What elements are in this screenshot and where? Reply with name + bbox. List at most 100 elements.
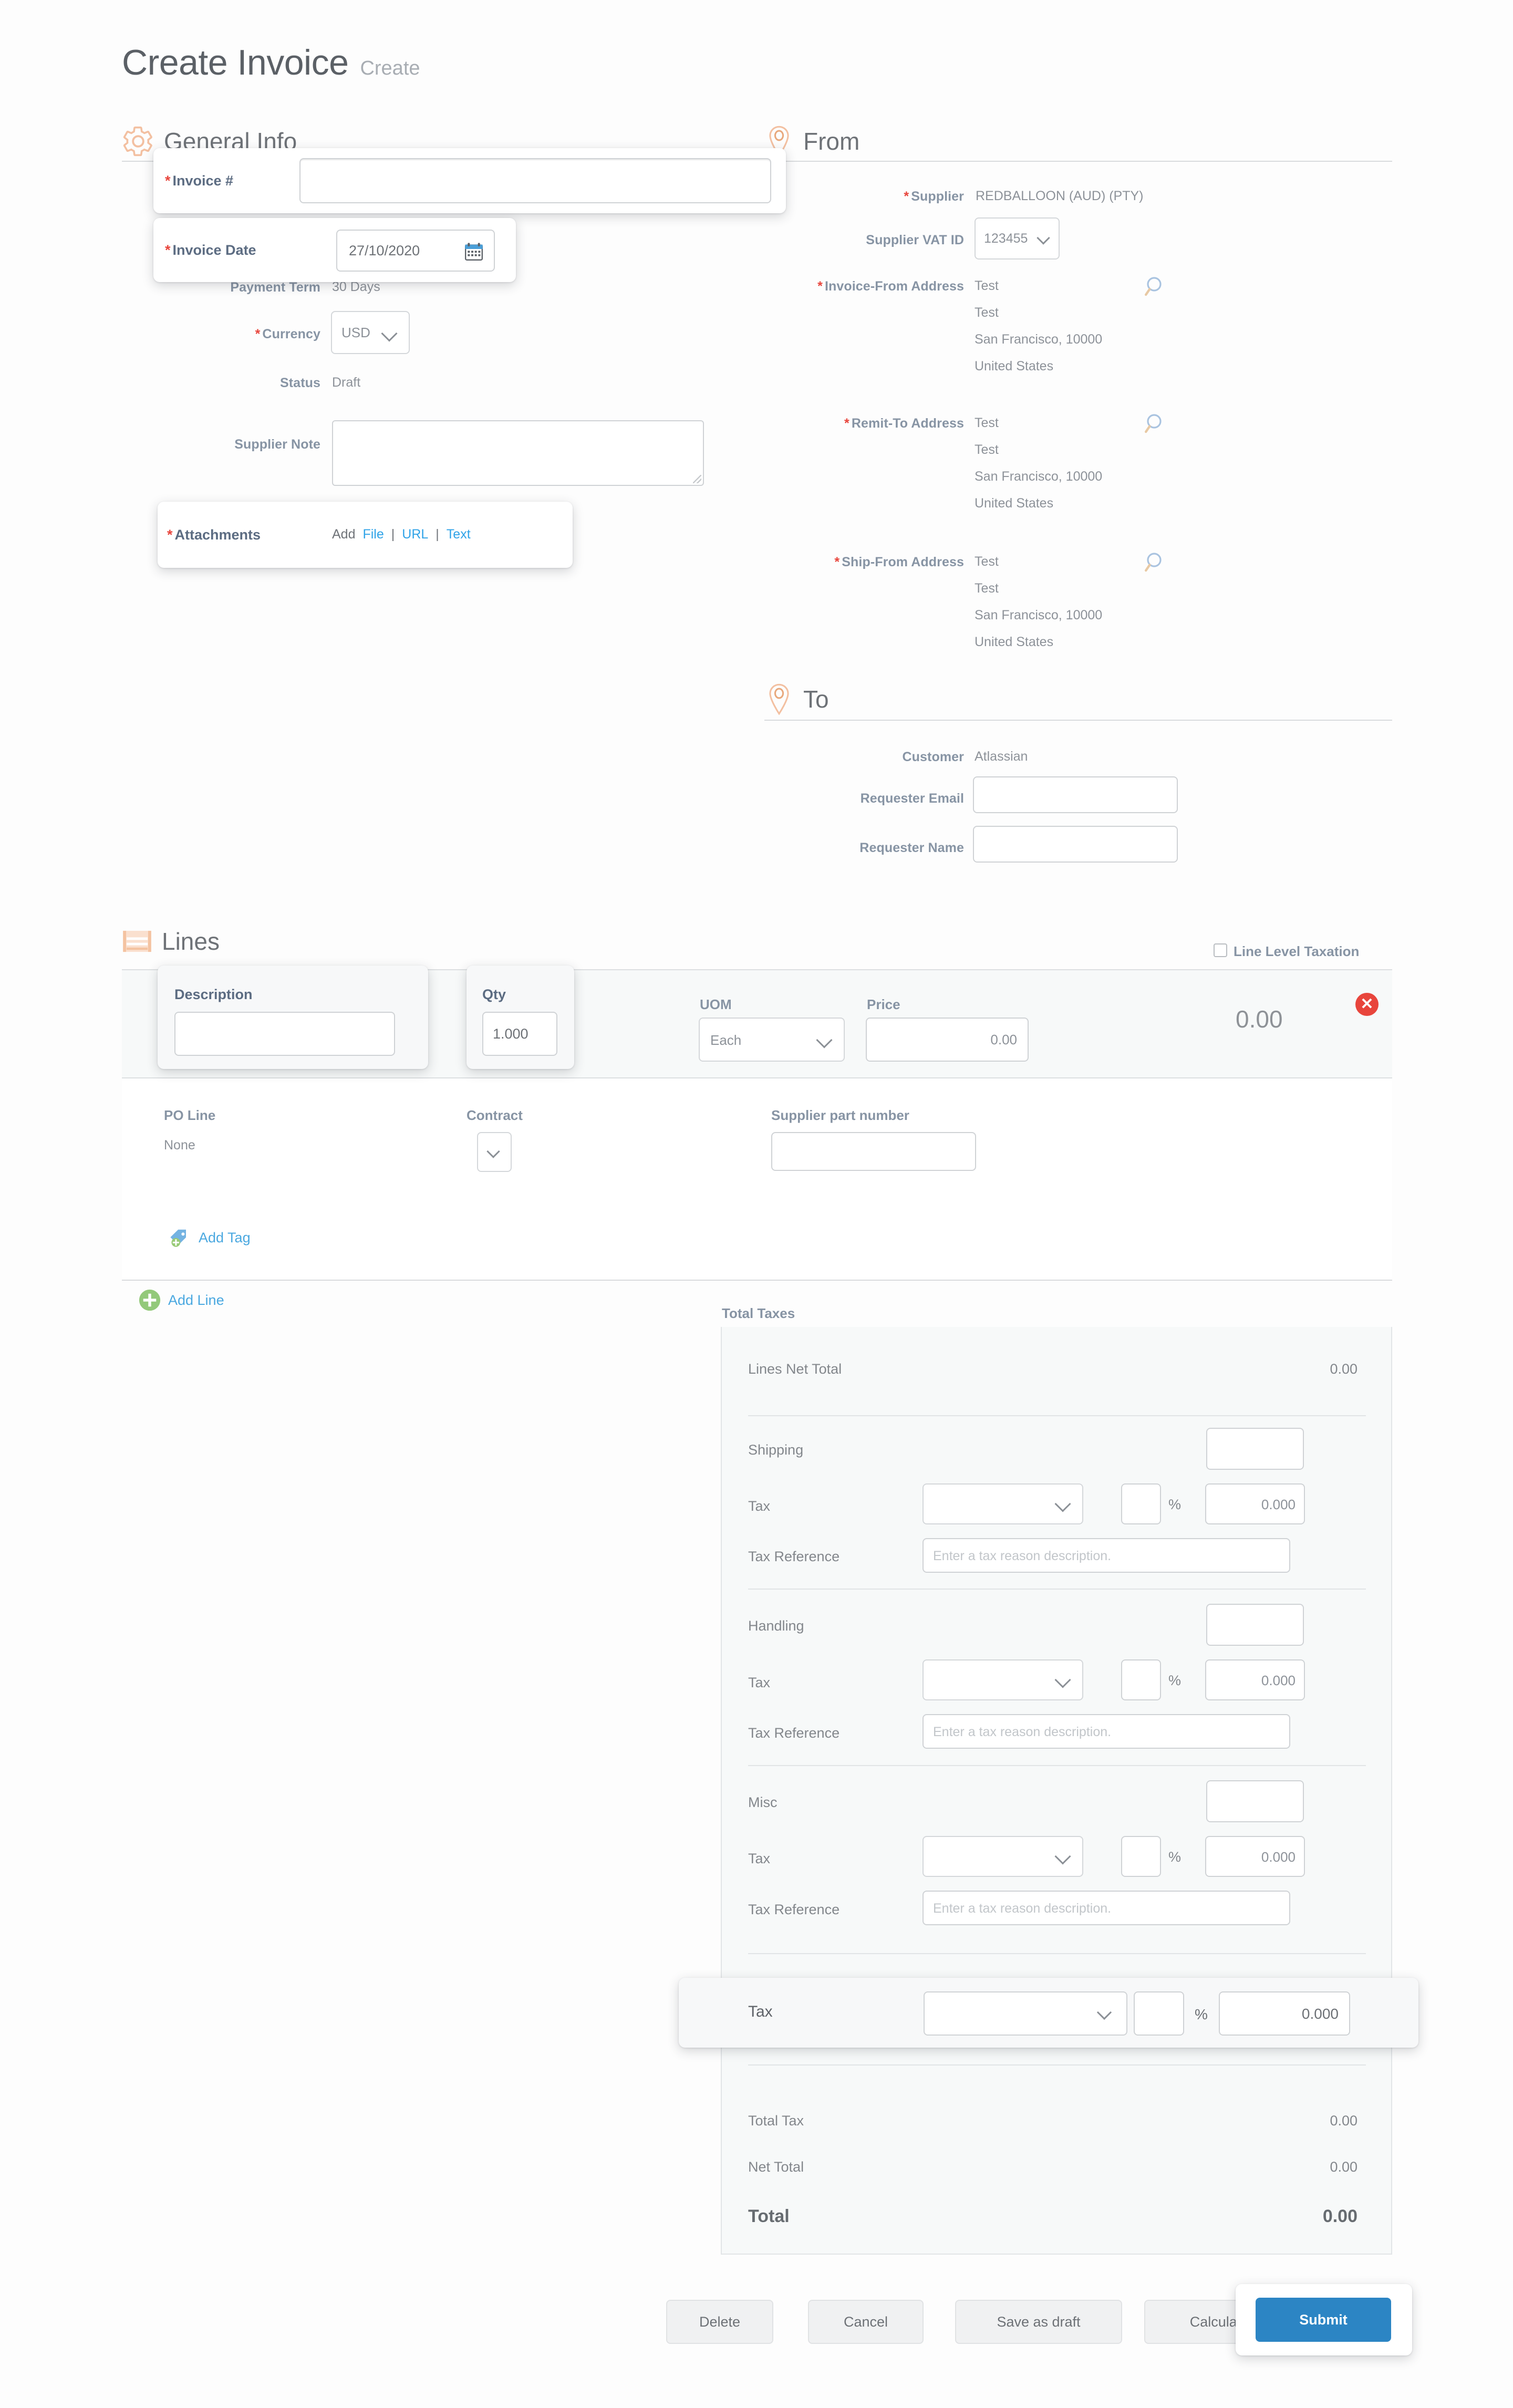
tax-reference-placeholder: Enter a tax reason description. [933,1725,1111,1740]
shipping-amount-input[interactable] [1206,1428,1304,1470]
grand-total-value: 0.00 [1103,2206,1357,2227]
shipping-tax-code-select[interactable] [923,1483,1083,1524]
requester-name-input[interactable] [973,826,1178,863]
lines-icon [122,929,152,953]
handling-tax-reference-input[interactable]: Enter a tax reason description. [923,1714,1290,1749]
total-tax-amount-input[interactable]: 0.000 [1219,1991,1350,2036]
add-tag-label: Add Tag [199,1230,251,1246]
calendar-icon[interactable] [463,241,484,262]
shipping-label: Shipping [748,1442,803,1458]
shipping-tax-rate-input[interactable] [1121,1483,1161,1524]
handling-amount-input[interactable] [1206,1604,1304,1646]
chevron-down-icon [816,1032,832,1048]
misc-label: Misc [748,1794,778,1811]
payment-term-label: Payment Term [126,280,320,295]
percent-symbol: % [1195,2006,1208,2023]
required-marker: * [167,527,173,543]
chevron-down-icon [1054,1848,1071,1864]
total-tax-row-label: Tax [748,2003,773,2021]
handling-label: Handling [748,1618,804,1634]
handling-tax-code-select[interactable] [923,1659,1083,1700]
attachment-add-url-link[interactable]: URL [402,527,428,542]
percent-symbol: % [1168,1673,1181,1689]
attachment-add-file-link[interactable]: File [362,527,384,542]
required-marker: * [165,242,171,258]
total-tax-rate-input[interactable] [1134,1991,1184,2036]
supplier-value: REDBALLOON (AUD) (PTY) [976,189,1143,204]
section-divider-to [764,720,1392,721]
supplier-part-number-label: Supplier part number [771,1107,909,1124]
invoice-create-page: Create Invoice Create General Info *Invo… [0,0,1513,2408]
supplier-part-number-input[interactable] [771,1132,976,1171]
shipping-tax-reference-input[interactable]: Enter a tax reason description. [923,1538,1290,1573]
misc-tax-label: Tax [748,1851,770,1867]
page-header: Create Invoice Create [122,42,420,83]
misc-tax-amount-input[interactable]: 0.000 [1205,1836,1305,1877]
misc-amount-input[interactable] [1206,1780,1304,1822]
misc-tax-reference-input[interactable]: Enter a tax reason description. [923,1891,1290,1925]
column-label-price: Price [867,997,900,1013]
save-as-draft-button[interactable]: Save as draft [955,2300,1122,2344]
add-tag-button[interactable]: Add Tag [167,1225,251,1250]
line-description-input[interactable] [174,1012,395,1056]
supplier-vat-id-select[interactable]: 123455 [975,217,1060,260]
invoice-number-highlight-card: *Invoice # [153,148,786,213]
chevron-down-icon [1037,231,1050,244]
line-qty-input[interactable]: 1.000 [482,1012,557,1056]
totals-divider [748,1953,1366,1954]
handling-tax-rate-input[interactable] [1121,1659,1161,1700]
line-level-taxation-label: Line Level Taxation [1234,943,1359,960]
attachment-add-text-link[interactable]: Text [447,527,471,542]
required-marker: * [255,327,261,341]
line-uom-select[interactable]: Each [699,1018,845,1062]
attachments-highlight-card: *Attachments Add File | URL | Text [158,502,573,568]
invoice-date-value: 27/10/2020 [349,243,420,259]
invoice-date-label: *Invoice Date [165,242,256,258]
lines-table-bottom-rule [122,1280,1392,1281]
currency-select[interactable]: USD [331,311,410,354]
separator: | [391,527,395,542]
invoice-number-input[interactable] [299,158,771,203]
add-line-button[interactable]: Add Line [138,1288,224,1312]
tag-plus-icon [167,1225,192,1250]
ship-from-address-label: *Ship-From Address [746,555,964,570]
contract-select[interactable] [477,1132,512,1172]
section-to: To [764,683,829,715]
supplier-note-textarea[interactable] [332,420,704,486]
total-taxes-title: Total Taxes [722,1305,795,1322]
handling-tax-reference-label: Tax Reference [748,1725,840,1741]
percent-symbol: % [1168,1849,1181,1865]
magnifier-icon[interactable] [1143,274,1168,299]
net-total-value: 0.00 [1103,2159,1357,2175]
page-title: Create Invoice [122,42,348,83]
section-divider-from [764,161,1392,162]
delete-button[interactable]: Delete [666,2300,773,2344]
invoice-date-highlight-card: *Invoice Date 27/10/2020 [153,218,516,282]
tax-reference-placeholder: Enter a tax reason description. [933,1901,1111,1916]
submit-button[interactable]: Submit [1256,2298,1391,2342]
requester-name-label: Requester Name [762,840,964,856]
magnifier-icon[interactable] [1143,550,1168,575]
line-level-taxation-checkbox[interactable] [1214,943,1227,957]
delete-line-button[interactable]: ✕ [1355,993,1379,1016]
invoice-date-input[interactable]: 27/10/2020 [336,230,495,272]
misc-tax-code-select[interactable] [923,1836,1083,1877]
chevron-down-icon [381,325,397,341]
handling-tax-amount-input[interactable]: 0.000 [1205,1659,1305,1700]
column-label-qty: Qty [482,987,506,1003]
magnifier-icon[interactable] [1143,411,1168,437]
description-highlight-card: Description [158,966,428,1069]
line-price-input[interactable]: 0.00 [866,1018,1029,1062]
requester-email-input[interactable] [973,776,1178,813]
location-pin-icon [764,683,794,715]
total-tax-code-select[interactable] [924,1991,1127,2036]
chevron-down-icon [1054,1496,1071,1512]
column-label-description: Description [174,987,253,1003]
status-value: Draft [332,375,360,390]
misc-tax-rate-input[interactable] [1121,1836,1161,1877]
shipping-tax-amount-input[interactable]: 0.000 [1205,1483,1305,1524]
invoice-from-address-label: *Invoice-From Address [746,279,964,294]
attachments-actions: Add File | URL | Text [332,527,471,542]
cancel-button[interactable]: Cancel [808,2300,924,2344]
totals-divider [748,1589,1366,1590]
